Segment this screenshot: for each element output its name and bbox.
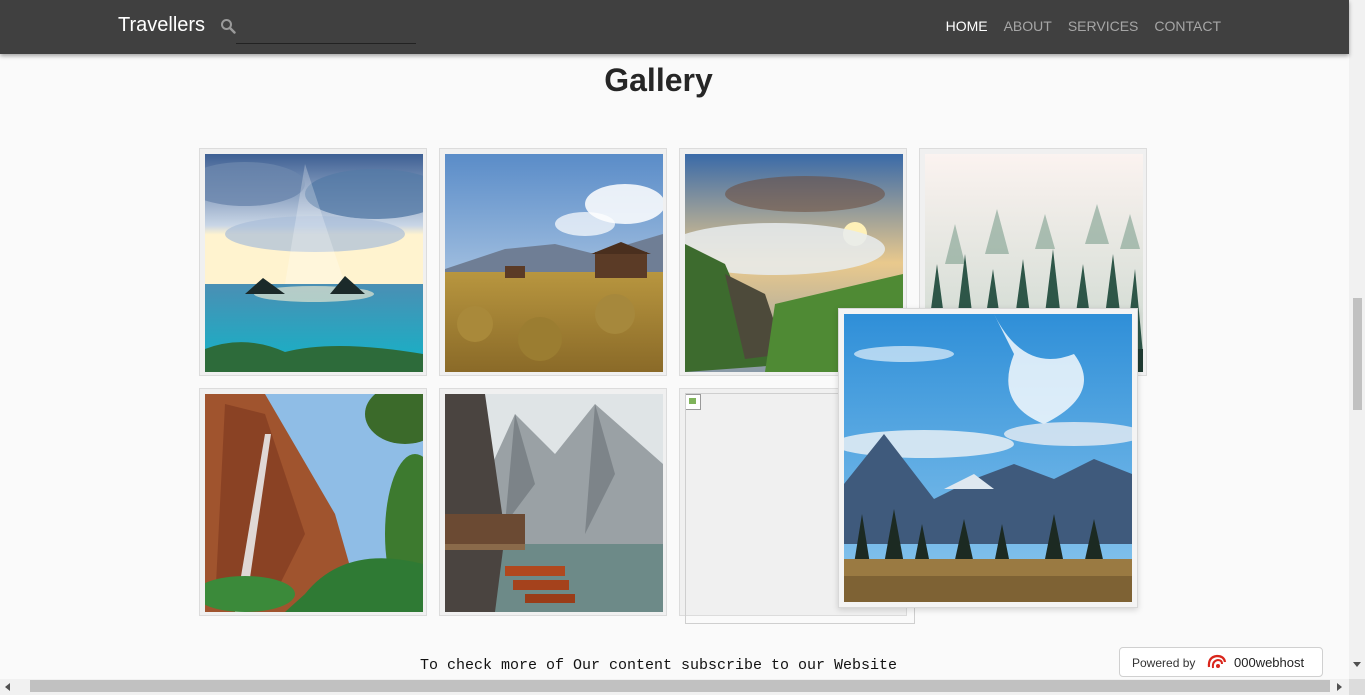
vertical-scrollbar[interactable] bbox=[1349, 0, 1365, 679]
horizontal-scrollbar[interactable] bbox=[0, 679, 1349, 695]
000webhost-logo-icon bbox=[1207, 654, 1227, 669]
powered-by-label: Powered by bbox=[1132, 656, 1196, 670]
scroll-right-arrow-icon[interactable] bbox=[1337, 683, 1342, 691]
gallery-thumb-lake[interactable] bbox=[439, 388, 667, 616]
scroll-down-arrow-icon[interactable] bbox=[1353, 662, 1361, 667]
nav-services[interactable]: SERVICES bbox=[1068, 18, 1139, 34]
ocean-image[interactable] bbox=[205, 154, 423, 372]
top-navbar: Travellers HOME ABOUT SERVICES CONTACT bbox=[0, 0, 1349, 54]
vertical-scroll-thumb[interactable] bbox=[1353, 298, 1362, 410]
page-title: Gallery bbox=[604, 62, 713, 98]
scroll-left-arrow-icon[interactable] bbox=[5, 683, 10, 691]
powered-by-brand: 000webhost bbox=[1234, 655, 1305, 670]
horizontal-scroll-thumb[interactable] bbox=[30, 680, 1330, 692]
desert-image[interactable] bbox=[445, 154, 663, 372]
powered-by-badge[interactable]: Powered by 000webhost bbox=[1119, 647, 1323, 677]
mountain-sky-image[interactable] bbox=[844, 314, 1132, 602]
gallery-thumb-ocean[interactable] bbox=[199, 148, 427, 376]
scrollbar-corner bbox=[1349, 679, 1365, 695]
nav-contact[interactable]: CONTACT bbox=[1154, 18, 1221, 34]
search-icon[interactable] bbox=[220, 18, 236, 34]
nav-links: HOME ABOUT SERVICES CONTACT bbox=[946, 18, 1221, 34]
nav-home[interactable]: HOME bbox=[946, 18, 988, 34]
gallery-thumb-waterfall[interactable] bbox=[199, 388, 427, 616]
site-brand[interactable]: Travellers bbox=[118, 14, 205, 37]
gallery-thumb-desert[interactable] bbox=[439, 148, 667, 376]
enlarged-image-popup[interactable] bbox=[838, 308, 1138, 608]
nav-about[interactable]: ABOUT bbox=[1004, 18, 1052, 34]
lake-image[interactable] bbox=[445, 394, 663, 612]
search-input[interactable] bbox=[236, 14, 416, 44]
waterfall-image[interactable] bbox=[205, 394, 423, 612]
